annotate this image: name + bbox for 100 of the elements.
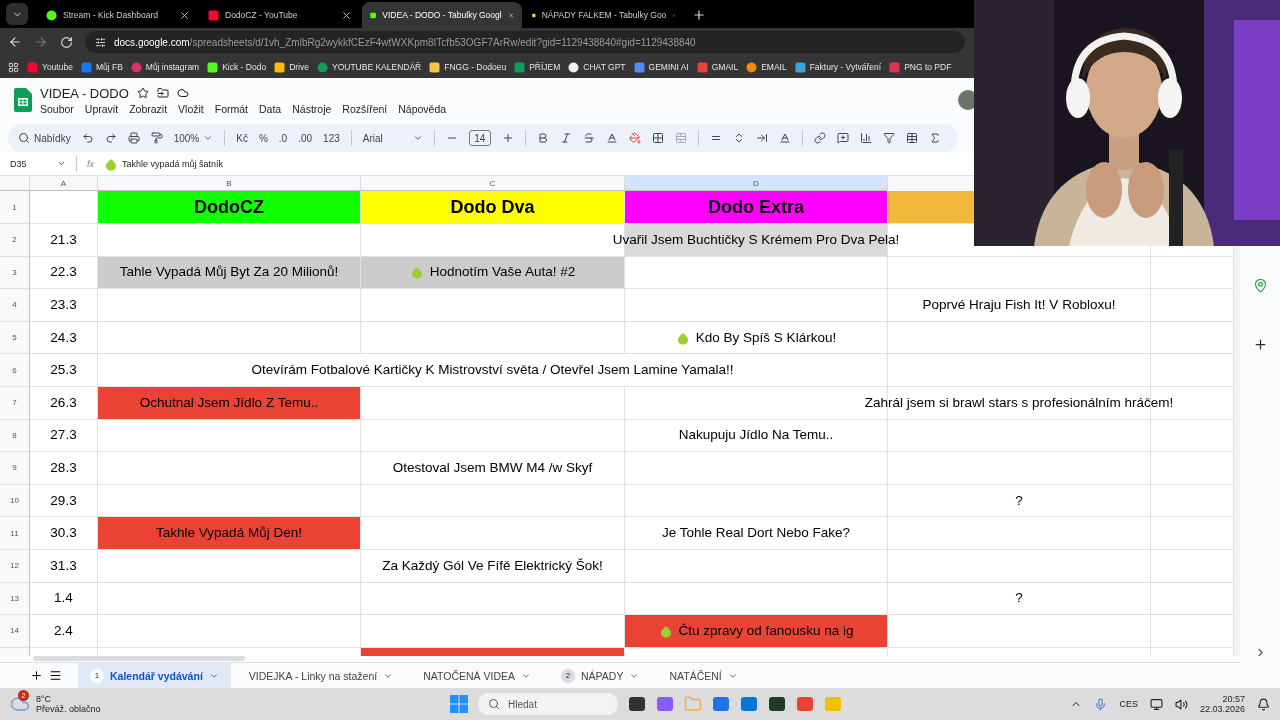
bookmark[interactable]: Faktury - Vytváření [794,61,882,73]
column-header[interactable]: D [625,176,888,191]
bookmark[interactable]: GEMINI AI [633,61,689,73]
language-indicator[interactable]: CES [1119,699,1138,709]
bookmark[interactable]: Můj instagram [130,61,200,73]
cell-text: 2.4 [54,622,73,639]
currency-format-button[interactable]: Kč [236,132,248,144]
menu-item[interactable]: Nápověda [398,102,447,115]
bookmark[interactable]: PNG to PDF [889,61,952,73]
column-title: Dodo Dva [450,199,535,215]
menu-item[interactable]: Soubor [40,102,74,115]
taskbar-search[interactable]: Hledat [478,693,618,715]
browser-tab[interactable]: VIDEA - DODO - Tabulky Googl [362,2,522,28]
row-number[interactable]: 10 [0,484,30,518]
cell-text: Uvařil Jsem Buchtičky S Krémem Pro Dva Pela! [612,231,900,248]
address-bar[interactable]: docs.google.com/spreadsheets/d/1vh_ZmlbRg2wykkfCEzF4wtWXKpm8ITcfb53OGF7ArRw/edit?gid=1129438840#gid=1129438840 [85,31,965,53]
sheet-tab[interactable]: NATÁČENÍ [657,662,750,689]
browser-tab[interactable]: Stream - Kick Dashboard [38,2,198,28]
row-number[interactable]: 12 [0,549,30,583]
clock[interactable]: 20:57 22.03.2026 [1199,694,1245,714]
bookmark[interactable]: Youtube [27,61,73,73]
cell-text: Poprvé Hraju Fish It! V Robloxu! [922,297,1116,313]
menu-item[interactable]: Upravit [84,102,119,115]
document-title[interactable]: VIDEA - DODO [40,85,129,101]
cell-text: Otevírám Fotbalové Kartičky K Mistrovství světa / Otevřel Jsem Lamine Yamala!! [251,362,734,379]
bookmark[interactable]: Drive [274,61,309,73]
column-header[interactable]: C [361,176,625,191]
weather-text: Převáž. oblačno [36,704,101,714]
menu-item[interactable]: Vložit [178,102,204,115]
bookmark[interactable]: Můj FB [80,61,123,73]
row-number[interactable]: 14 [0,615,30,648]
row-number[interactable]: 3 [0,256,30,290]
row-number[interactable]: 5 [0,321,30,355]
bookmark[interactable]: EMAIL [746,61,787,73]
formula-field[interactable]: Takhle vypadá můj šatník [104,156,224,171]
fx-label: fx [87,158,94,169]
cell-text: 30.3 [50,525,77,542]
menu-item[interactable]: Zobrazit [129,102,168,115]
cell-text: 31.3 [50,557,77,574]
menu-item[interactable]: Nástroje [292,102,332,115]
menu-item[interactable]: Formát [214,102,248,115]
sheet-tab[interactable]: VIDEJKA - Linky na stažení [236,662,406,689]
cell-text: Čtu zpravy od fanousku na ig [658,622,854,639]
cell-text: 26.3 [50,394,77,411]
font-dropdown[interactable]: Arial [362,132,423,144]
cell-text: ? [1015,492,1023,509]
cell-text: ? [1015,590,1023,607]
sheet-tab[interactable]: 1 Kalendář vydávání [78,662,231,689]
menu-item[interactable]: Data [259,102,282,115]
temperature: 8°C [36,694,53,704]
column-header[interactable]: A [30,176,98,191]
row-number[interactable]: 7 [0,386,30,420]
cell-text: Otestoval Jsem BMW M4 /w Skyf [392,459,593,476]
name-box[interactable]: D35 [10,158,66,169]
row-number[interactable]: 13 [0,582,30,616]
search-menus-field[interactable]: Nabídky [18,132,71,144]
cell-text: Je Tohle Real Dort Nebo Fake? [661,525,851,542]
row-number[interactable]: 11 [0,517,30,550]
cell-text: 22.3 [50,264,77,281]
cell-text: 29.3 [50,492,77,509]
cell-text: 21.3 [50,231,77,248]
cell-text: Takhle Vypadá Můj Den! [156,525,302,542]
cell-text: 1.4 [54,590,73,607]
menu-item[interactable]: Rozšíření [342,102,388,115]
cell-text: Zahrál jsem si brawl stars s profesionálním hráčem! [864,394,1174,411]
bookmark[interactable]: Kick - Dodo [207,61,267,73]
row-number[interactable]: 8 [0,419,30,453]
row-number[interactable]: 1 [0,191,30,224]
cell-text: 23.3 [50,297,77,313]
cell-text: 25.3 [50,362,77,379]
row-number[interactable]: 6 [0,354,30,387]
bookmark[interactable]: YOUTUBE KALENDÁŘ [317,61,422,73]
cell-text: 24.3 [50,329,77,346]
font-size-field[interactable]: 14 [468,130,491,146]
cell-text: Ochutnal Jsem Jídlo Z Temu.. [139,394,319,411]
increase-decimals-button[interactable]: .00 [298,132,313,144]
cell-text: Kdo By Spíš S Klárkou! [675,329,837,346]
percent-format-button[interactable]: % [258,132,268,144]
column-header[interactable]: B [98,176,361,191]
cell-text: Tahle Vypadá Můj Byt Za 20 Milionů! [119,264,339,281]
row-number[interactable]: 9 [0,452,30,485]
browser-tab[interactable]: DodoCZ - YouTube [200,2,360,28]
column-title: Dodo Extra [708,199,804,215]
sheet-tab[interactable]: NATOČENÁ VIDEA [411,662,543,689]
bookmark[interactable]: GMAIL [696,61,739,73]
cell-text: Nakupuju Jídlo Na Temu.. [678,427,834,444]
cell-text: Hodnotím Vaše Auta! #2 [409,264,576,281]
cell-text: Za Každý Gól Ve Fífě Elektrický Šok! [382,557,603,574]
browser-tab[interactable]: NÁPADY FALKEM - Tabulky Goo [524,2,684,28]
row-number[interactable]: 4 [0,289,30,322]
bookmark[interactable]: PŘÍJEM [514,61,561,73]
sheet-tab[interactable]: 2 NÁPADY [549,662,652,689]
cell-text: 27.3 [50,427,77,444]
decrease-decimals-button[interactable]: .0 [278,132,288,144]
bookmark[interactable]: FNGG - Dodoeu [429,61,507,73]
row-number[interactable]: 2 [0,224,30,257]
bookmark[interactable]: CHAT GPT [568,61,626,73]
zoom-dropdown[interactable]: 100% [173,132,214,144]
number-format-button[interactable]: 123 [323,132,340,144]
column-title: DodoCZ [194,199,264,215]
